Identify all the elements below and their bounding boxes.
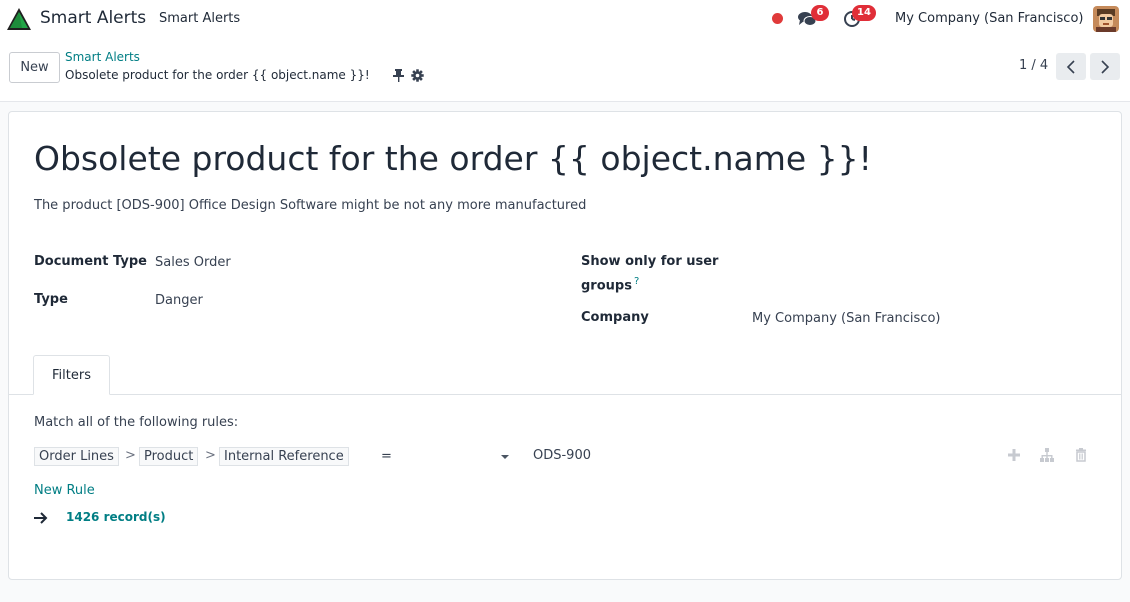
user-avatar[interactable] (1093, 6, 1119, 32)
pager-next-button[interactable] (1090, 53, 1120, 80)
breadcrumb-current: Obsolete product for the order {{ object… (65, 68, 370, 82)
caret-down-icon[interactable] (501, 455, 509, 459)
breadcrumb-parent[interactable]: Smart Alerts (65, 50, 140, 64)
new-button[interactable]: New (9, 52, 60, 83)
plus-icon[interactable] (1006, 447, 1022, 463)
chevron-left-icon (1066, 59, 1075, 74)
arrow-right-icon (34, 512, 48, 524)
control-panel: New Smart Alerts Obsolete product for th… (0, 38, 1130, 102)
gear-icon[interactable] (411, 69, 424, 82)
path-segment-order-lines[interactable]: Order Lines (34, 447, 119, 466)
user-groups-label: Show only for user (581, 254, 719, 269)
matching-records-link[interactable]: 1426 record(s) (66, 510, 166, 524)
chevron-right-icon (1101, 59, 1110, 74)
hierarchy-icon[interactable] (1039, 447, 1055, 463)
trash-icon[interactable] (1073, 447, 1089, 463)
path-separator: > (205, 448, 216, 463)
type-field[interactable]: Danger (155, 293, 203, 308)
pager-previous-button[interactable] (1056, 53, 1086, 80)
alert-description-field[interactable]: The product [ODS-900] Office Design Soft… (34, 198, 586, 213)
form-sheet: Obsolete product for the order {{ object… (8, 111, 1122, 580)
messages-badge: 6 (811, 5, 829, 21)
user-groups-label-line2: groups? (581, 276, 639, 293)
app-logo-icon[interactable] (6, 6, 32, 32)
rule-value-input[interactable]: ODS-900 (533, 448, 591, 463)
path-separator: > (125, 448, 136, 463)
tab-filters[interactable]: Filters (33, 355, 110, 395)
pin-icon[interactable] (393, 69, 404, 82)
company-switcher[interactable]: My Company (San Francisco) (895, 11, 1083, 26)
help-tooltip-icon[interactable]: ? (634, 276, 639, 287)
top-navbar: Smart Alerts Smart Alerts 6 14 My Compan… (0, 0, 1130, 38)
type-label: Type (34, 292, 68, 307)
user-groups-label-text: groups (581, 278, 632, 294)
recording-indicator-icon[interactable] (772, 13, 783, 24)
company-label: Company (581, 310, 649, 325)
new-rule-link[interactable]: New Rule (34, 483, 95, 498)
pager-value[interactable]: 1 / 4 (1019, 58, 1048, 73)
app-name[interactable]: Smart Alerts (40, 8, 146, 28)
path-segment-product[interactable]: Product (139, 447, 199, 466)
tabs-divider (9, 394, 1121, 395)
document-type-field[interactable]: Sales Order (155, 255, 231, 270)
activities-badge: 14 (852, 5, 876, 21)
document-type-label: Document Type (34, 254, 147, 269)
path-segment-internal-reference[interactable]: Internal Reference (219, 447, 349, 466)
match-rules-text: Match all of the following rules: (34, 415, 239, 430)
menu-smart-alerts[interactable]: Smart Alerts (159, 11, 240, 26)
company-field[interactable]: My Company (San Francisco) (752, 311, 940, 326)
rule-operator-select[interactable]: = (381, 449, 392, 464)
alert-title-field[interactable]: Obsolete product for the order {{ object… (34, 139, 872, 178)
